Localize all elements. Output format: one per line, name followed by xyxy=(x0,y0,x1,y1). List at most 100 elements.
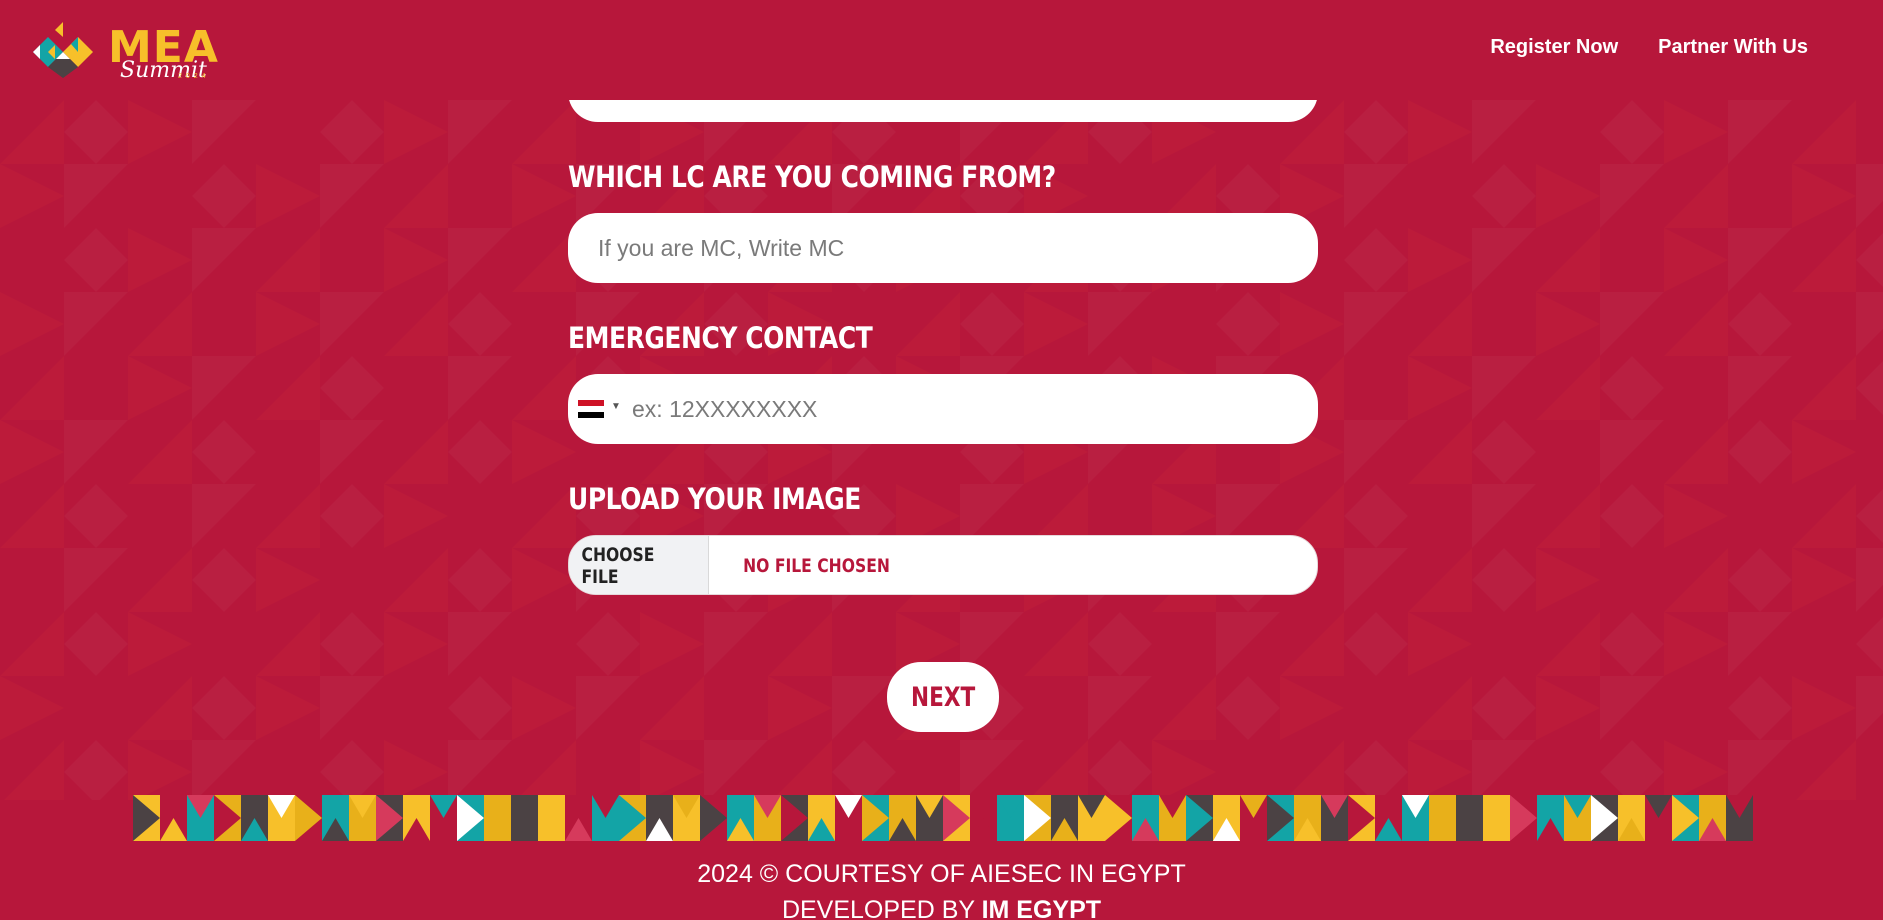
site-footer: 2024 © COURTESY OF AIESEC IN EGYPT DEVEL… xyxy=(0,856,1883,920)
top-nav: Register Now Partner With Us xyxy=(1490,36,1808,59)
bg-pattern-shape xyxy=(1792,484,1856,548)
bg-pattern-shape xyxy=(1728,548,1792,612)
bg-pattern-shape xyxy=(576,612,640,676)
bg-pattern-shape xyxy=(1472,484,1536,548)
mea-summit-logo[interactable]: MEA Summit 2024 xyxy=(28,20,228,83)
bg-pattern-shape xyxy=(448,100,512,164)
bg-pattern-shape xyxy=(448,612,512,676)
bg-pattern-shape xyxy=(0,356,64,420)
bg-pattern-shape xyxy=(64,420,128,484)
bg-pattern-shape xyxy=(448,292,512,356)
bg-pattern-shape xyxy=(448,420,512,484)
bg-pattern-shape xyxy=(64,548,128,612)
bg-pattern-shape xyxy=(128,292,192,356)
bg-pattern-shape xyxy=(1600,292,1664,356)
bg-pattern-shape xyxy=(448,548,512,612)
nav-register-now[interactable]: Register Now xyxy=(1490,36,1618,59)
bg-pattern-shape xyxy=(1472,356,1536,420)
bg-pattern-shape xyxy=(320,100,384,164)
bg-pattern-shape xyxy=(1664,548,1728,612)
file-status: NO FILE CHOSEN xyxy=(727,536,906,594)
bg-pattern-shape xyxy=(320,164,384,228)
bg-pattern-shape xyxy=(1152,676,1216,740)
choose-file-button[interactable]: CHOOSE FILE xyxy=(569,536,709,594)
bg-pattern-shape xyxy=(1088,292,1152,356)
emergency-contact-field: ▼ xyxy=(568,374,1318,444)
bg-pattern-shape xyxy=(1472,740,1536,800)
bg-pattern-shape xyxy=(1856,356,1883,420)
bg-pattern-shape xyxy=(64,740,128,800)
bg-pattern-shape xyxy=(1600,164,1664,228)
bg-pattern-shape xyxy=(512,676,576,740)
lc-label: WHICH LC ARE YOU COMING FROM? xyxy=(568,160,1056,194)
bg-pattern-shape xyxy=(768,612,832,676)
bg-pattern-shape xyxy=(1536,228,1600,292)
bg-pattern-shape xyxy=(192,356,256,420)
bg-pattern-shape xyxy=(0,676,64,740)
next-button[interactable]: NEXT xyxy=(887,662,999,732)
bg-pattern-shape xyxy=(384,420,448,484)
bg-pattern-shape xyxy=(256,548,320,612)
country-code-select[interactable]: ▼ xyxy=(578,398,624,420)
bg-pattern-shape xyxy=(128,420,192,484)
emergency-contact-input[interactable] xyxy=(632,374,1292,444)
bg-pattern-shape xyxy=(1028,740,1088,800)
bg-pattern-shape xyxy=(448,228,512,292)
bg-pattern-shape xyxy=(1792,356,1856,420)
bg-pattern-shape xyxy=(64,612,128,676)
bg-pattern-shape xyxy=(128,548,192,612)
bg-pattern-shape xyxy=(1536,292,1600,356)
dropdown-arrow-icon: ▼ xyxy=(611,401,621,412)
bg-pattern-shape xyxy=(256,612,320,676)
bg-pattern-shape xyxy=(1088,612,1152,676)
bg-pattern-shape xyxy=(192,100,256,164)
bg-pattern-shape xyxy=(1856,484,1883,548)
bg-pattern-shape xyxy=(64,292,128,356)
bg-pattern-shape xyxy=(512,164,576,228)
bg-pattern-shape xyxy=(896,292,960,356)
bg-pattern-shape xyxy=(64,164,128,228)
bg-pattern-shape xyxy=(1344,228,1408,292)
bg-pattern-shape xyxy=(320,292,384,356)
bg-pattern-shape xyxy=(1408,420,1472,484)
bg-pattern-shape xyxy=(384,164,448,228)
bg-pattern-shape xyxy=(320,612,384,676)
bg-pattern-shape xyxy=(1796,740,1856,800)
bg-pattern-shape xyxy=(1792,100,1856,164)
bg-pattern-shape xyxy=(1088,676,1152,740)
bg-pattern-shape xyxy=(1536,164,1600,228)
bg-pattern-shape xyxy=(1600,100,1664,164)
bg-pattern-shape xyxy=(1664,612,1728,676)
lc-input[interactable] xyxy=(568,213,1318,283)
file-status-text: NO FILE CHOSEN xyxy=(743,555,890,577)
bg-pattern-shape xyxy=(448,356,512,420)
logo-year: 2024 xyxy=(178,73,210,80)
bg-pattern-shape xyxy=(64,228,128,292)
bg-pattern-shape xyxy=(320,356,384,420)
bg-pattern-shape xyxy=(1600,676,1664,740)
bg-pattern-shape xyxy=(1792,548,1856,612)
bg-pattern-shape xyxy=(320,740,384,800)
bg-pattern-shape xyxy=(1856,164,1883,228)
bg-pattern-shape xyxy=(192,420,256,484)
bg-pattern-shape xyxy=(1408,356,1472,420)
bg-pattern-shape xyxy=(1216,676,1280,740)
bg-pattern-shape xyxy=(1536,484,1600,548)
bg-pattern-shape xyxy=(1344,420,1408,484)
nav-partner-with-us[interactable]: Partner With Us xyxy=(1658,36,1808,59)
next-label: NEXT xyxy=(910,681,976,713)
registration-page: MEA Summit 2024 Register Now Partner Wit… xyxy=(0,0,1883,920)
bg-pattern-shape xyxy=(960,292,1024,356)
bg-pattern-shape xyxy=(128,100,192,164)
bg-pattern-shape xyxy=(1536,548,1600,612)
bg-pattern-shape xyxy=(384,612,448,676)
bg-pattern-shape xyxy=(772,740,832,800)
bg-pattern-shape xyxy=(832,740,896,800)
site-header: MEA Summit 2024 Register Now Partner Wit… xyxy=(0,0,1883,100)
bg-pattern-shape xyxy=(1472,100,1536,164)
bg-pattern-shape xyxy=(320,420,384,484)
bg-pattern-shape xyxy=(512,484,576,548)
developer-name-link[interactable]: IM EGYPT xyxy=(982,896,1101,920)
bg-pattern-shape xyxy=(1408,292,1472,356)
bg-pattern-shape xyxy=(1600,420,1664,484)
